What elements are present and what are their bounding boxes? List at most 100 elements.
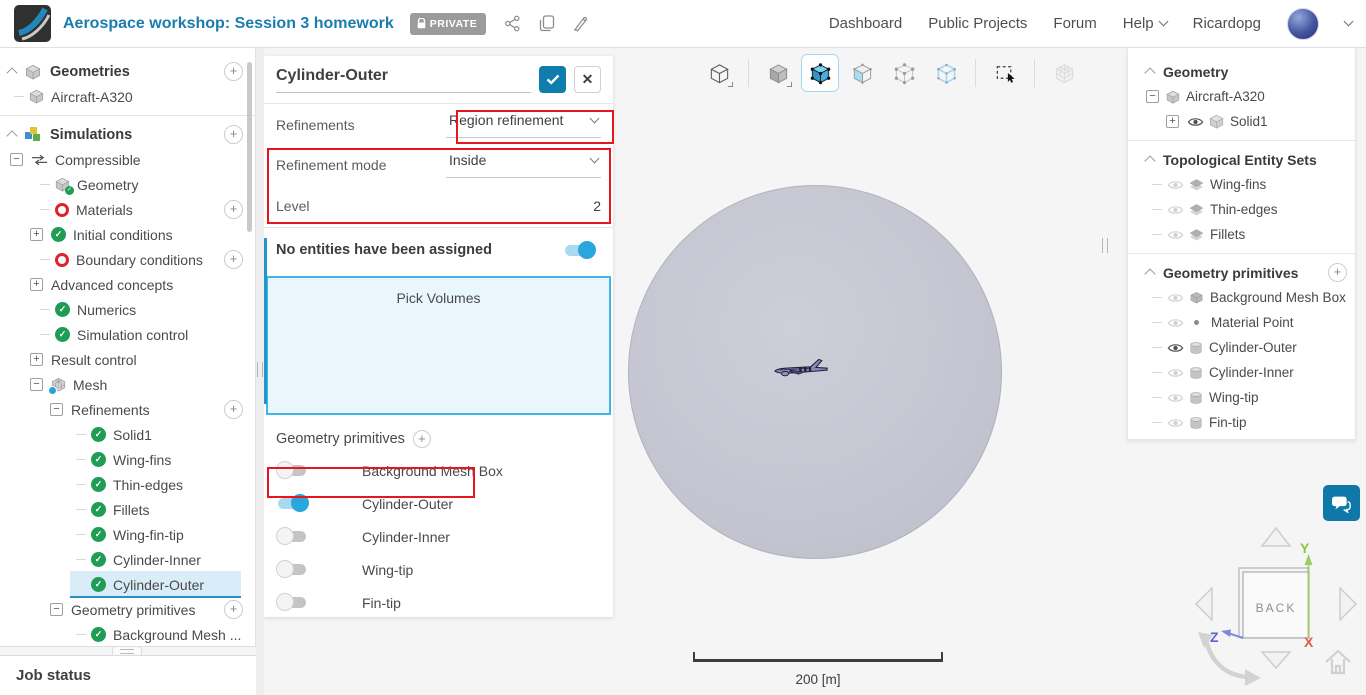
add-material-button[interactable] bbox=[224, 200, 243, 219]
tree-item-numerics[interactable]: Numerics bbox=[0, 297, 255, 322]
visibility-eye-icon[interactable] bbox=[1167, 367, 1184, 379]
tree-item-aircraft-a320[interactable]: Aircraft-A320 bbox=[0, 84, 255, 109]
add-boundary-condition-button[interactable] bbox=[224, 250, 243, 269]
apply-button[interactable] bbox=[539, 66, 566, 93]
scene-item-aircraft-a320[interactable]: Aircraft-A320 bbox=[1128, 84, 1355, 109]
tree-item-materials[interactable]: Materials bbox=[0, 197, 255, 222]
wing-tip-toggle[interactable] bbox=[276, 560, 306, 578]
refinement-mode-select[interactable]: Inside bbox=[446, 152, 601, 178]
nav-help[interactable]: Help bbox=[1123, 15, 1169, 32]
add-primitive-button[interactable] bbox=[412, 430, 431, 448]
expand-box-icon[interactable] bbox=[30, 278, 43, 291]
user-menu-chevron-icon[interactable] bbox=[1343, 16, 1354, 27]
tree-item-compressible[interactable]: Compressible bbox=[0, 147, 255, 172]
edit-icon[interactable] bbox=[573, 16, 588, 32]
expand-box-icon[interactable] bbox=[30, 353, 43, 366]
collapse-caret-icon[interactable] bbox=[6, 67, 18, 79]
level-input[interactable]: 2 bbox=[593, 198, 601, 214]
tree-item-fillets[interactable]: Fillets bbox=[0, 497, 255, 522]
scrollbar[interactable] bbox=[247, 62, 252, 232]
scene-item-wing-fins[interactable]: Wing-fins bbox=[1128, 172, 1355, 197]
cylinder-inner-toggle[interactable] bbox=[276, 527, 306, 545]
tree-item-simulations[interactable]: Simulations bbox=[0, 122, 255, 147]
visibility-eye-icon[interactable] bbox=[1167, 317, 1184, 329]
face-select-button[interactable] bbox=[843, 54, 881, 92]
add-geometry-primitive-button[interactable] bbox=[224, 600, 243, 619]
scene-item-fillets[interactable]: Fillets bbox=[1128, 222, 1355, 247]
tree-item-thin-edges[interactable]: Thin-edges bbox=[0, 472, 255, 497]
vertex-select-button[interactable] bbox=[885, 54, 923, 92]
refinement-name-input[interactable]: Cylinder-Outer bbox=[276, 67, 531, 93]
tree-item-simulation-control[interactable]: Simulation control bbox=[0, 322, 255, 347]
tree-item-background-mesh-box[interactable]: Background Mesh ... bbox=[0, 622, 255, 647]
visibility-eye-icon[interactable] bbox=[1187, 116, 1204, 128]
add-simulation-button[interactable] bbox=[224, 125, 243, 144]
tree-item-wing-fins[interactable]: Wing-fins bbox=[0, 447, 255, 472]
scene-item-material-point[interactable]: Material Point bbox=[1128, 310, 1355, 335]
scene-item-wing-tip[interactable]: Wing-tip bbox=[1128, 385, 1355, 410]
share-icon[interactable] bbox=[504, 15, 521, 32]
panel-resize-handle[interactable] bbox=[257, 362, 263, 377]
visibility-eye-icon[interactable] bbox=[1167, 342, 1184, 354]
tree-item-result-control[interactable]: Result control bbox=[0, 347, 255, 372]
solid-view-button[interactable] bbox=[759, 54, 797, 92]
expand-box-icon[interactable] bbox=[1166, 115, 1179, 128]
duplicate-icon[interactable] bbox=[539, 15, 555, 32]
scene-section-geometry[interactable]: Geometry bbox=[1128, 59, 1355, 84]
visibility-eye-icon[interactable] bbox=[1167, 292, 1184, 304]
solid-selected-view-button[interactable] bbox=[801, 54, 839, 92]
collapse-box-icon[interactable] bbox=[50, 603, 63, 616]
box-select-button[interactable] bbox=[986, 54, 1024, 92]
add-geometry-button[interactable] bbox=[224, 62, 243, 81]
visibility-eye-icon[interactable] bbox=[1167, 417, 1184, 429]
tree-item-boundary-conditions[interactable]: Boundary conditions bbox=[0, 247, 255, 272]
pick-volumes-area[interactable]: Pick Volumes bbox=[266, 276, 611, 415]
scene-item-thin-edges[interactable]: Thin-edges bbox=[1128, 197, 1355, 222]
add-refinement-button[interactable] bbox=[224, 400, 243, 419]
collapse-caret-icon[interactable] bbox=[1144, 155, 1156, 167]
collapse-box-icon[interactable] bbox=[1146, 90, 1159, 103]
project-title[interactable]: Aerospace workshop: Session 3 homework bbox=[63, 15, 394, 33]
collapse-caret-icon[interactable] bbox=[6, 130, 18, 142]
background-mesh-box-toggle[interactable] bbox=[276, 461, 306, 479]
cancel-button[interactable] bbox=[574, 66, 601, 93]
tree-item-geometry[interactable]: Geometry bbox=[0, 172, 255, 197]
navigation-cube[interactable]: BACK Y X Z bbox=[1188, 520, 1364, 695]
mesh-view-button[interactable] bbox=[1045, 54, 1083, 92]
app-logo[interactable] bbox=[14, 5, 51, 42]
tree-item-mesh[interactable]: Mesh bbox=[0, 372, 255, 397]
tree-item-cylinder-outer[interactable]: Cylinder-Outer bbox=[0, 571, 255, 598]
collapse-box-icon[interactable] bbox=[10, 153, 23, 166]
cylinder-outer-toggle[interactable] bbox=[278, 494, 309, 512]
edge-select-button[interactable] bbox=[927, 54, 965, 92]
scene-section-topological-entity-sets[interactable]: Topological Entity Sets bbox=[1128, 147, 1355, 172]
tree-item-solid1[interactable]: Solid1 bbox=[0, 422, 255, 447]
visibility-eye-icon[interactable] bbox=[1167, 229, 1184, 241]
scene-item-cylinder-inner[interactable]: Cylinder-Inner bbox=[1128, 360, 1355, 385]
job-status-bar[interactable]: Job status bbox=[0, 655, 256, 695]
tree-item-initial-conditions[interactable]: Initial conditions bbox=[0, 222, 255, 247]
fin-tip-toggle[interactable] bbox=[276, 593, 306, 611]
assignment-toggle[interactable] bbox=[565, 240, 596, 259]
nav-dashboard[interactable]: Dashboard bbox=[829, 15, 902, 32]
aircraft-model-3d[interactable] bbox=[772, 357, 830, 384]
collapse-caret-icon[interactable] bbox=[1144, 268, 1156, 280]
collapse-box-icon[interactable] bbox=[30, 378, 43, 391]
visibility-eye-icon[interactable] bbox=[1167, 179, 1184, 191]
chat-support-button[interactable] bbox=[1323, 485, 1360, 521]
scene-item-fin-tip[interactable]: Fin-tip bbox=[1128, 410, 1355, 435]
tree-item-cylinder-inner[interactable]: Cylinder-Inner bbox=[0, 547, 255, 572]
expand-box-icon[interactable] bbox=[30, 228, 43, 241]
tree-item-wing-fin-tip[interactable]: Wing-fin-tip bbox=[0, 522, 255, 547]
tree-item-geometries[interactable]: Geometries bbox=[0, 59, 255, 84]
panel-resize-handle[interactable] bbox=[1102, 238, 1108, 253]
collapse-box-icon[interactable] bbox=[50, 403, 63, 416]
scene-item-cylinder-outer[interactable]: Cylinder-Outer bbox=[1128, 335, 1355, 360]
collapse-caret-icon[interactable] bbox=[1144, 67, 1156, 79]
visibility-eye-icon[interactable] bbox=[1167, 204, 1184, 216]
nav-public-projects[interactable]: Public Projects bbox=[928, 15, 1027, 32]
scene-section-geometry-primitives[interactable]: Geometry primitives bbox=[1128, 260, 1355, 285]
scene-item-background-mesh-box[interactable]: Background Mesh Box bbox=[1128, 285, 1355, 310]
user-name[interactable]: Ricardopg bbox=[1193, 15, 1261, 32]
scene-item-solid1[interactable]: Solid1 bbox=[1128, 109, 1355, 134]
